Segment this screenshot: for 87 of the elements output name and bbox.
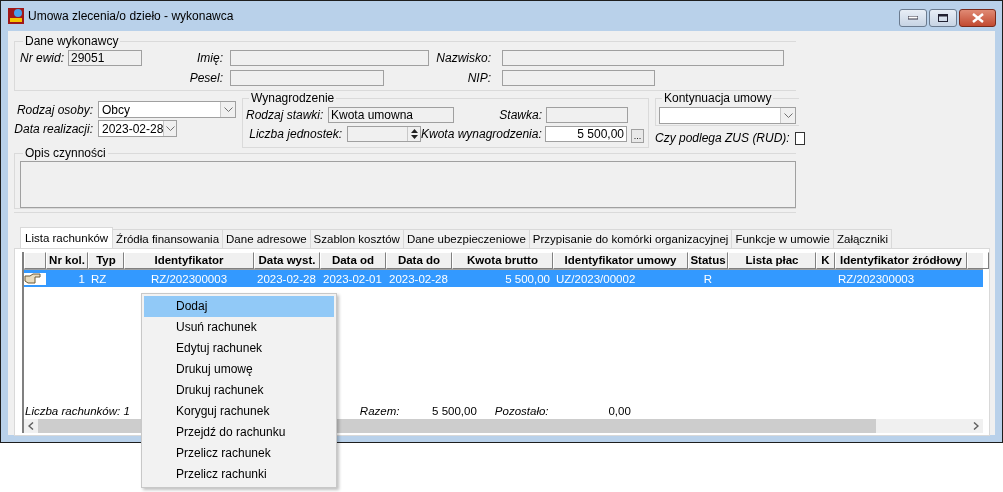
dropdown[interactable]: 2023-02-28 bbox=[98, 120, 177, 137]
field-label: Imię: bbox=[196, 51, 223, 65]
total-value: 5 500,00 bbox=[431, 404, 477, 417]
field-label: Nazwisko: bbox=[435, 51, 491, 65]
tab[interactable]: Lista rachunków bbox=[20, 227, 114, 248]
field-label: Stawka: bbox=[498, 107, 542, 122]
scroll-right-icon[interactable] bbox=[973, 422, 979, 430]
menu-item[interactable]: Drukuj rachunek bbox=[144, 380, 334, 401]
tab[interactable]: Dane ubezpieczeniowe bbox=[402, 229, 530, 248]
column-header[interactable]: Data wyst. bbox=[254, 252, 320, 269]
field-label: Nr ewid: bbox=[20, 51, 65, 65]
field-label: Kwota wynagrodzenia: bbox=[421, 126, 541, 141]
maximize-button[interactable] bbox=[929, 9, 957, 27]
tab[interactable]: Załączniki bbox=[833, 229, 893, 248]
table-cell: 1 bbox=[78, 272, 85, 285]
close-button[interactable] bbox=[959, 9, 996, 27]
maximize-icon bbox=[938, 14, 948, 22]
text-field[interactable]: 5 500,00 bbox=[545, 125, 627, 142]
dropdown[interactable]: Obcy bbox=[98, 101, 236, 118]
window-title: Umowa zlecenia/o dzieło - wykonawca bbox=[28, 8, 234, 23]
chevron-down-icon[interactable] bbox=[783, 112, 793, 118]
app-icon bbox=[8, 7, 24, 24]
table-cell: R bbox=[703, 272, 713, 285]
checkbox[interactable] bbox=[794, 131, 805, 145]
text-field[interactable] bbox=[502, 70, 655, 86]
group-title: Opis czynności bbox=[25, 146, 106, 160]
spin-arrows-icon[interactable] bbox=[410, 128, 418, 139]
column-header[interactable]: K bbox=[816, 252, 835, 269]
table-cell: UZ/2023/00002 bbox=[556, 272, 636, 285]
group-title: Wynagrodzenie bbox=[251, 91, 335, 105]
menu-item[interactable]: Koryguj rachunek bbox=[144, 401, 334, 422]
minimize-icon bbox=[908, 16, 918, 20]
menu-item[interactable]: Dodaj bbox=[144, 296, 334, 317]
text-field[interactable] bbox=[502, 50, 784, 66]
text-field[interactable] bbox=[230, 70, 384, 86]
pointing-hand-icon bbox=[24, 272, 42, 285]
close-icon bbox=[971, 13, 984, 23]
dropdown[interactable] bbox=[659, 106, 796, 124]
column-header[interactable]: Identyfikator źródłowy bbox=[835, 252, 967, 269]
menu-item[interactable]: Usuń rachunek bbox=[144, 317, 334, 338]
group-title: Kontynuacja umowy bbox=[664, 91, 772, 105]
table-cell: 2023-02-28 bbox=[389, 272, 448, 285]
table-cell: RZ/202300003 bbox=[150, 272, 228, 285]
column-header[interactable]: Typ bbox=[88, 252, 124, 269]
column-header[interactable]: Lista płac bbox=[728, 252, 816, 269]
total-label: Razem: bbox=[359, 404, 401, 417]
column-header[interactable]: Data do bbox=[386, 252, 452, 269]
field-label: Czy podlega ZUS (RUD): bbox=[655, 131, 790, 145]
table-cell: RZ bbox=[91, 272, 107, 285]
column-header[interactable]: Data od bbox=[320, 252, 386, 269]
group-title: Dane wykonawcy bbox=[25, 34, 119, 48]
remaining-label: Pozostało: bbox=[494, 404, 550, 417]
field-label: Liczba jednostek: bbox=[248, 126, 342, 141]
remaining-value: 0,00 bbox=[607, 404, 631, 417]
column-header[interactable]: Identyfikator umowy bbox=[553, 252, 688, 269]
text-field[interactable] bbox=[546, 106, 628, 123]
tab[interactable]: Funkcje w umowie bbox=[731, 229, 834, 248]
column-header[interactable]: Nr kol. bbox=[46, 252, 88, 269]
menu-item[interactable]: Drukuj umowę bbox=[144, 359, 334, 380]
field-label: NIP: bbox=[466, 71, 491, 85]
column-header[interactable]: Kwota brutto bbox=[452, 252, 553, 269]
column-header[interactable]: Identyfikator bbox=[124, 252, 254, 269]
minimize-button[interactable] bbox=[899, 9, 927, 27]
table-cell: RZ/202300003 bbox=[838, 272, 915, 285]
menu-item[interactable]: Przelicz rachunki bbox=[144, 464, 334, 485]
field-label: Rodzaj stawki: bbox=[246, 107, 324, 122]
menu-item[interactable]: Edytuj rachunek bbox=[144, 338, 334, 359]
menu-item[interactable]: Przejdź do rachunku bbox=[144, 422, 334, 443]
text-field[interactable]: 29051 bbox=[68, 50, 142, 66]
menu-item[interactable]: Przelicz rachunek bbox=[144, 443, 334, 464]
browse-button[interactable]: ... bbox=[631, 129, 644, 143]
text-field[interactable]: Kwota umowna bbox=[328, 106, 454, 123]
field-label: Rodzaj osoby: bbox=[15, 102, 93, 117]
field-label: Data realizacji: bbox=[14, 121, 93, 136]
chevron-down-icon[interactable] bbox=[223, 107, 233, 112]
spin-field[interactable] bbox=[347, 125, 421, 142]
scroll-left-icon[interactable] bbox=[28, 422, 34, 430]
text-area[interactable] bbox=[20, 161, 796, 208]
table-cell: 5 500,00 bbox=[505, 272, 550, 285]
column-header[interactable]: Status bbox=[688, 252, 728, 269]
field-label: Pesel: bbox=[188, 71, 223, 85]
chevron-down-icon[interactable] bbox=[165, 126, 175, 131]
text-field[interactable] bbox=[230, 50, 429, 66]
table-cell: 2023-02-01 bbox=[323, 272, 382, 285]
tab[interactable]: Przypisanie do komórki organizacyjnej bbox=[528, 229, 733, 248]
table-cell: 2023-02-28 bbox=[257, 272, 316, 285]
count-label: Liczba rachunków: 1 bbox=[24, 404, 130, 417]
